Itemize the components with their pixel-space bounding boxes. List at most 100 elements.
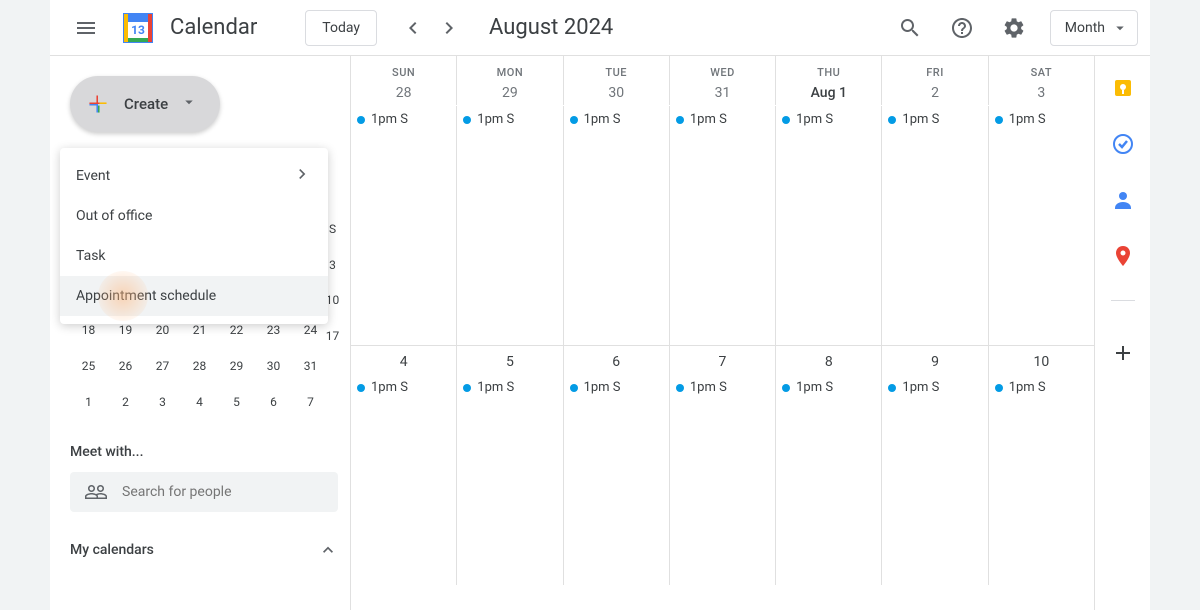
calendar-event[interactable]: 1pm S: [888, 378, 981, 397]
prev-month-button[interactable]: [397, 12, 429, 44]
calendar-header-cell: TUE 30: [564, 56, 670, 105]
calendar-header-row: SUN 28 MON 29 TUE 30 WED 31: [351, 56, 1094, 105]
create-dropdown: Event Out of office Task Appointment sch…: [60, 148, 328, 324]
calendar-day-cell[interactable]: 8 1pm S: [776, 346, 882, 585]
contacts-icon[interactable]: [1111, 188, 1135, 212]
calendar-event[interactable]: 1pm S: [357, 378, 450, 397]
search-people-input[interactable]: [122, 484, 324, 500]
calendar-event[interactable]: 1pm S: [995, 110, 1088, 129]
mini-cal-date[interactable]: 25: [70, 348, 107, 384]
calendar-logo: 13: [118, 8, 158, 48]
mini-cal-date[interactable]: 29: [218, 348, 255, 384]
my-calendars-title: My calendars: [70, 542, 154, 558]
calendar-event[interactable]: 1pm S: [463, 110, 556, 129]
calendar-event[interactable]: 1pm S: [676, 110, 769, 129]
app-title: Calendar: [170, 15, 257, 40]
calendar-header-cell: SAT 3: [989, 56, 1094, 105]
calendar-day-cell[interactable]: 1pm S: [457, 106, 563, 345]
calendar-event[interactable]: 1pm S: [570, 110, 663, 129]
divider: [1111, 300, 1135, 301]
mini-cal-date[interactable]: 2: [107, 384, 144, 420]
meet-with-title: Meet with...: [70, 444, 338, 460]
mini-cal-date[interactable]: 26: [107, 348, 144, 384]
app-header: 13 Calendar Today August 2024: [50, 0, 1150, 56]
calendar-day-cell[interactable]: 4 1pm S: [351, 346, 457, 585]
mini-cal-date[interactable]: 7: [292, 384, 329, 420]
nav-arrows: [397, 12, 465, 44]
my-calendars-section[interactable]: My calendars: [70, 540, 338, 560]
dropdown-item-event[interactable]: Event: [60, 156, 328, 196]
mini-cal-date[interactable]: 30: [255, 348, 292, 384]
meet-with-section: Meet with...: [70, 444, 338, 512]
calendar-app: 13 Calendar Today August 2024: [50, 0, 1150, 610]
event-dot: [995, 384, 1003, 392]
people-icon: [84, 480, 108, 504]
view-selector[interactable]: Month: [1050, 10, 1138, 46]
calendar-day-cell[interactable]: 1pm S: [564, 106, 670, 345]
main-content: Create Event Out of office Task: [50, 56, 1150, 610]
calendar-grid: SUN 28 MON 29 TUE 30 WED 31: [350, 56, 1150, 610]
calendar-event[interactable]: 1pm S: [782, 378, 875, 397]
view-label: Month: [1065, 20, 1105, 36]
calendar-event[interactable]: 1pm S: [676, 378, 769, 397]
keep-icon[interactable]: [1111, 76, 1135, 100]
mini-cal-date[interactable]: 4: [181, 384, 218, 420]
calendar-event[interactable]: 1pm S: [888, 110, 981, 129]
mini-cal-date[interactable]: 28: [181, 348, 218, 384]
event-dot: [570, 384, 578, 392]
event-dot: [782, 384, 790, 392]
event-dot: [782, 116, 790, 124]
search-button[interactable]: [890, 8, 930, 48]
event-dot: [463, 384, 471, 392]
add-addon-button[interactable]: [1103, 333, 1143, 373]
calendar-day-cell[interactable]: 1pm S: [882, 106, 988, 345]
calendar-day-cell[interactable]: 7 1pm S: [670, 346, 776, 585]
calendar-event[interactable]: 1pm S: [995, 378, 1088, 397]
mini-cal-date[interactable]: 6: [255, 384, 292, 420]
tasks-icon[interactable]: [1111, 132, 1135, 156]
next-month-button[interactable]: [433, 12, 465, 44]
calendar-day-cell[interactable]: 1pm S: [351, 106, 457, 345]
calendar-day-cell[interactable]: 6 1pm S: [564, 346, 670, 585]
chevron-up-icon: [318, 540, 338, 560]
calendar-header-cell: WED 31: [670, 56, 776, 105]
dropdown-item-task[interactable]: Task: [60, 236, 328, 276]
calendar-day-cell[interactable]: 9 1pm S: [882, 346, 988, 585]
calendar-day-cell[interactable]: 5 1pm S: [457, 346, 563, 585]
settings-button[interactable]: [994, 8, 1034, 48]
calendar-event[interactable]: 1pm S: [463, 378, 556, 397]
calendar-event[interactable]: 1pm S: [357, 110, 450, 129]
chevron-down-icon: [180, 93, 198, 115]
plus-icon: [84, 90, 112, 118]
event-dot: [463, 116, 471, 124]
event-dot: [357, 384, 365, 392]
create-label: Create: [124, 95, 168, 113]
mini-cal-date[interactable]: 5: [218, 384, 255, 420]
today-button[interactable]: Today: [305, 10, 377, 46]
search-people-box[interactable]: [70, 472, 338, 512]
chevron-right-icon: [292, 164, 312, 188]
mini-cal-date[interactable]: 27: [144, 348, 181, 384]
create-button[interactable]: Create: [70, 76, 220, 132]
dropdown-item-out-of-office[interactable]: Out of office: [60, 196, 328, 236]
dropdown-item-appointment-schedule[interactable]: Appointment schedule: [60, 276, 328, 316]
right-side-panel: [1094, 56, 1150, 610]
calendar-event[interactable]: 1pm S: [570, 378, 663, 397]
mini-cal-date[interactable]: 3: [144, 384, 181, 420]
event-dot: [995, 116, 1003, 124]
event-dot: [676, 116, 684, 124]
event-dot: [676, 384, 684, 392]
current-month-title: August 2024: [489, 15, 882, 40]
main-menu-button[interactable]: [62, 4, 110, 52]
mini-calendar: S 3 10 17 18 19 20 21 22 23: [70, 312, 338, 420]
maps-icon[interactable]: [1111, 244, 1135, 268]
mini-cal-date[interactable]: 1: [70, 384, 107, 420]
help-button[interactable]: [942, 8, 982, 48]
calendar-day-cell[interactable]: 1pm S: [776, 106, 882, 345]
event-dot: [888, 116, 896, 124]
calendar-day-cell[interactable]: 1pm S: [989, 106, 1094, 345]
calendar-day-cell[interactable]: 10 1pm S: [989, 346, 1094, 585]
calendar-event[interactable]: 1pm S: [782, 110, 875, 129]
calendar-day-cell[interactable]: 1pm S: [670, 106, 776, 345]
sidebar: Create Event Out of office Task: [50, 56, 350, 610]
